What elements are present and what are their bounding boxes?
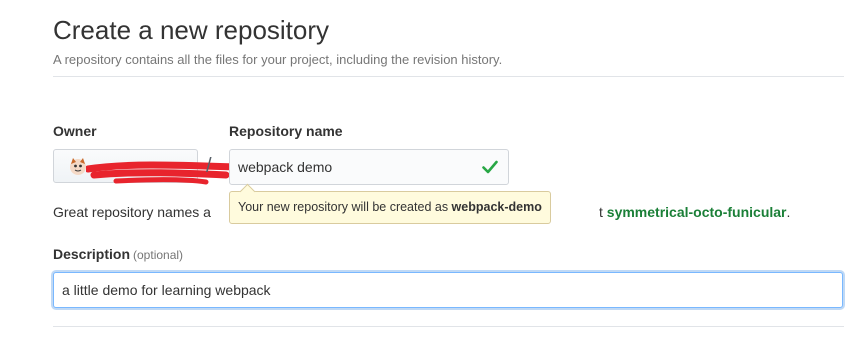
- hint-end: .: [786, 204, 791, 220]
- owner-repo-separator: /: [206, 155, 212, 177]
- repository-name-label: Repository name: [229, 123, 343, 139]
- hint-suffix: t: [599, 204, 607, 220]
- octocat-avatar-icon: [70, 158, 86, 175]
- repository-name-input[interactable]: [229, 149, 509, 185]
- page-subtitle: A repository contains all the files for …: [53, 52, 503, 67]
- redaction-scribble: [86, 161, 240, 185]
- description-input[interactable]: [53, 272, 843, 308]
- form-divider: [53, 326, 844, 327]
- tooltip-repo-name: webpack-demo: [451, 200, 542, 214]
- check-icon: [482, 160, 498, 174]
- page-title: Create a new repository: [53, 15, 330, 45]
- owner-label: Owner: [53, 123, 97, 139]
- header-divider: [53, 76, 844, 77]
- optional-hint: (optional): [133, 248, 184, 262]
- repository-name-tooltip: Your new repository will be created as w…: [229, 191, 551, 224]
- description-label-text: Description: [53, 246, 131, 262]
- name-hint-text: Great repository names a: [53, 204, 211, 220]
- tooltip-text: Your new repository will be created as: [238, 200, 452, 214]
- description-label: Description (optional): [53, 245, 183, 264]
- suggested-name-link[interactable]: symmetrical-octo-funicular: [607, 204, 787, 220]
- create-repository-page: Create a new repository A repository con…: [0, 0, 854, 342]
- name-hint-tail: t symmetrical-octo-funicular.: [599, 203, 790, 221]
